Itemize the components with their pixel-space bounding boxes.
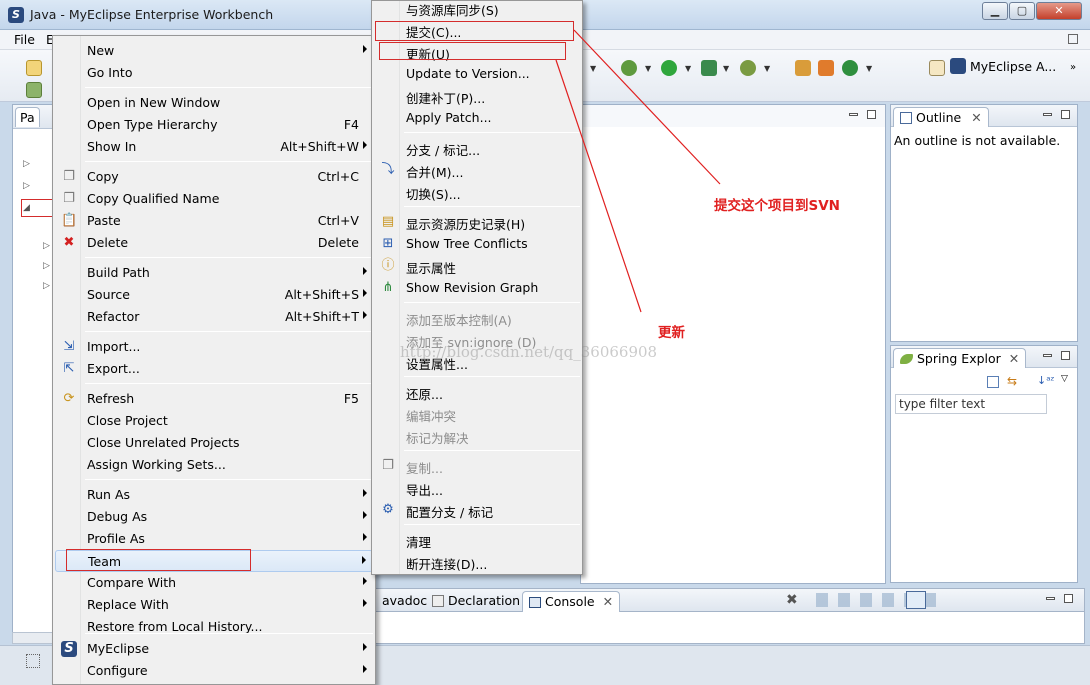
commit-annotation: 提交这个项目到SVN (714, 198, 840, 214)
update-annotation: 更新 (658, 325, 685, 341)
commit-arrow (573, 29, 721, 185)
update-highlight-box (379, 42, 566, 60)
watermark: http://blog.csdn.net/qq_36066908 (400, 343, 658, 361)
team-highlight-box (66, 549, 251, 571)
update-arrow (555, 59, 642, 313)
commit-highlight-box (375, 21, 574, 41)
